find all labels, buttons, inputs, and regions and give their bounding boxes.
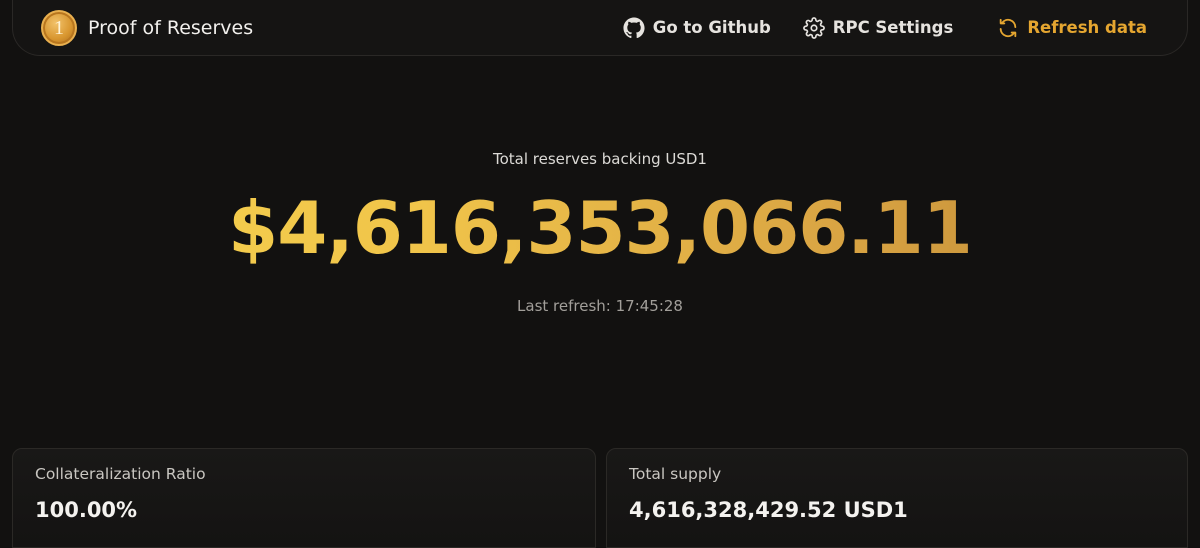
collateralization-value: 100.00% [35,498,138,522]
collateralization-label: Collateralization Ratio [35,465,206,483]
last-refresh-text: Last refresh: 17:45:28 [517,297,683,315]
nav-actions: Go to Github RPC Settings Refresh data [623,16,1147,39]
total-supply-card: Total supply 4,616,328,429.52 USD1 [606,448,1188,548]
gear-icon [802,16,825,39]
total-supply-label: Total supply [629,465,722,483]
github-link-label: Go to Github [652,18,771,37]
brand[interactable]: 1 Proof of Reserves [41,9,254,46]
reserves-amount: $4,616,353,066.11 [0,186,1200,270]
rpc-settings-label: RPC Settings [832,18,954,37]
refresh-data-button[interactable]: Refresh data [997,17,1147,39]
total-supply-value: 4,616,328,429.52 USD1 [629,498,908,522]
reserves-label: Total reserves backing USD1 [493,150,707,168]
collateralization-card: Collateralization Ratio 100.00% [12,448,596,548]
github-link[interactable]: Go to Github [623,16,771,39]
coin-logo-icon: 1 [41,9,77,46]
top-navbar: 1 Proof of Reserves Go to Github RPC Set… [12,0,1188,56]
refresh-icon [1000,18,1017,37]
refresh-data-label: Refresh data [1027,18,1147,37]
coin-logo-glyph: 1 [54,16,64,39]
app-title: Proof of Reserves [88,16,254,39]
github-icon [623,16,645,38]
rpc-settings-button[interactable]: RPC Settings [802,16,954,39]
